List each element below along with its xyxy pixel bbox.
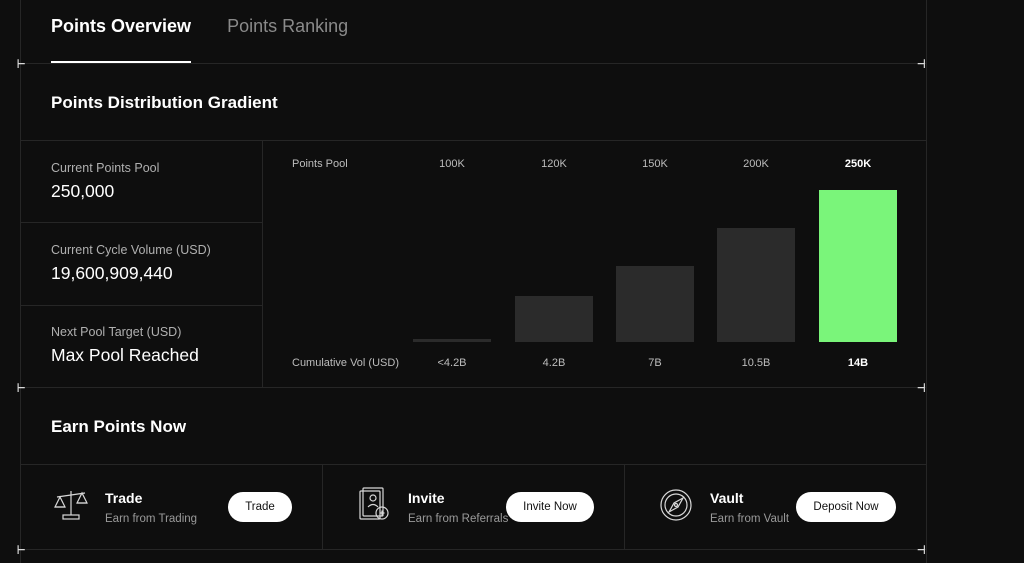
tab-bar: Points Overview Points Ranking <box>51 0 348 63</box>
distribution-title: Points Distribution Gradient <box>51 93 278 112</box>
grid-line-chart <box>20 387 927 388</box>
grid-line-left <box>20 0 21 563</box>
grid-line-stat1 <box>20 222 262 223</box>
grid-line-chart-divider <box>262 140 263 387</box>
chart-row-label-cumulative-vol: Cumulative Vol (USD) <box>292 357 399 369</box>
scale-icon <box>51 485 91 525</box>
chart-tick-cumulative-vol: 14B <box>847 357 869 369</box>
earn-item-title: Invite <box>408 490 445 506</box>
corner-marker-icon: ⊢ <box>17 380 26 396</box>
trade-button[interactable]: Trade <box>228 492 292 522</box>
earn-item-trade: Trade Earn from Trading Trade <box>51 465 301 549</box>
chart-tick-cumulative-vol: 7B <box>648 357 662 369</box>
chart-bar <box>515 296 593 342</box>
grid-line-earn-divider-1 <box>322 464 323 549</box>
stat-value: 250,000 <box>51 181 115 201</box>
earn-item-title: Vault <box>710 490 744 506</box>
stat-label: Current Points Pool <box>51 161 160 175</box>
earn-item-title: Trade <box>105 490 143 506</box>
chart-bar <box>819 190 897 342</box>
stat-label: Next Pool Target (USD) <box>51 325 182 339</box>
chart-tick-points-pool: 150K <box>642 158 668 170</box>
chart-bar <box>717 228 795 342</box>
stat-value: Max Pool Reached <box>51 345 199 365</box>
chart-row-label-points-pool: Points Pool <box>292 158 348 170</box>
grid-line-bottom <box>20 549 927 550</box>
grid-line-tabs <box>20 63 927 64</box>
corner-marker-icon: ⊣ <box>917 56 926 72</box>
earn-title: Earn Points Now <box>51 417 187 436</box>
corner-marker-icon: ⊣ <box>917 380 926 396</box>
corner-marker-icon: ⊢ <box>17 56 26 72</box>
invite-now-button[interactable]: Invite Now <box>506 492 594 522</box>
tab-points-overview[interactable]: Points Overview <box>51 0 192 63</box>
stat-value: 19,600,909,440 <box>51 263 173 283</box>
stat-current-points-pool: Current Points Pool 250,000 <box>51 161 159 202</box>
tab-points-ranking[interactable]: Points Ranking <box>227 0 348 63</box>
deposit-now-button[interactable]: Deposit Now <box>796 492 896 522</box>
compass-vault-icon <box>656 485 696 525</box>
chart-tick-points-pool: 200K <box>743 158 769 170</box>
chart-tick-points-pool: 120K <box>541 158 567 170</box>
chart-tick-cumulative-vol: <4.2B <box>437 357 467 369</box>
corner-marker-icon: ⊣ <box>917 542 926 558</box>
stat-label: Current Cycle Volume (USD) <box>51 243 211 257</box>
grid-line-earn-divider-2 <box>624 464 625 549</box>
grid-line-stat2 <box>20 305 262 306</box>
chart-tick-points-pool: 100K <box>439 158 465 170</box>
chart-bar <box>616 266 694 342</box>
chart-tick-points-pool: 250K <box>844 158 872 170</box>
earn-item-subtitle: Earn from Trading <box>105 513 198 525</box>
earn-item-subtitle: Earn from Referrals <box>408 513 509 525</box>
stat-next-pool-target: Next Pool Target (USD) Max Pool Reached <box>51 325 199 366</box>
earn-item-subtitle: Earn from Vault <box>710 513 790 525</box>
corner-marker-icon: ⊢ <box>17 542 26 558</box>
chart-tick-cumulative-vol: 4.2B <box>542 357 566 369</box>
chart-bar <box>413 339 491 342</box>
grid-line-right <box>926 0 927 563</box>
invite-card-icon <box>354 485 394 525</box>
earn-item-vault: Vault Earn from Vault Deposit Now <box>656 465 906 549</box>
chart-tick-cumulative-vol: 10.5B <box>741 357 771 369</box>
stat-current-cycle-volume: Current Cycle Volume (USD) 19,600,909,44… <box>51 243 211 284</box>
grid-line-title <box>20 140 927 141</box>
earn-item-invite: Invite Earn from Referrals Invite Now <box>354 465 604 549</box>
